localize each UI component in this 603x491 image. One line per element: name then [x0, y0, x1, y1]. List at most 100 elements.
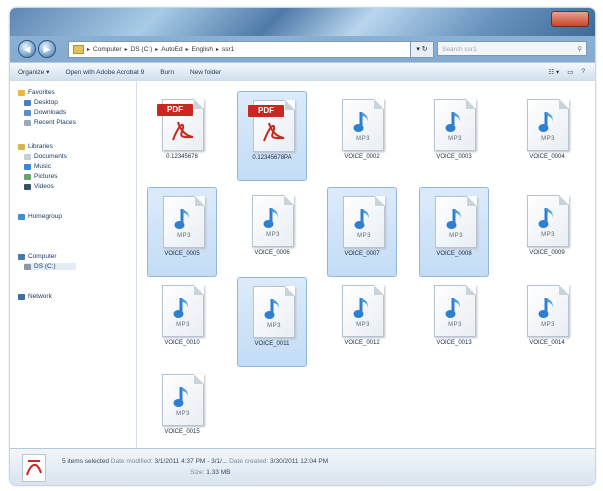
- music-note-icon: [354, 207, 374, 231]
- libraries-icon: [18, 143, 25, 150]
- file-item[interactable]: MP3 VOICE_0007: [327, 187, 397, 277]
- sidebar-item-videos[interactable]: Videos: [24, 183, 54, 190]
- downloads-icon: [24, 109, 31, 116]
- recent-places-icon: [24, 119, 31, 126]
- file-item[interactable]: MP3 VOICE_0005: [147, 187, 217, 277]
- star-icon: [18, 89, 25, 96]
- mp3-file-icon: MP3: [527, 99, 569, 151]
- navigation-bar: ◀ ▶ ▸ Computer ▸ DS (C:) ▸ AutoEd ▸ Engl…: [10, 36, 595, 62]
- drive-icon: [24, 263, 31, 270]
- music-note-icon: [173, 296, 193, 320]
- file-item[interactable]: PDF 0.12345678PA: [237, 91, 307, 181]
- file-item[interactable]: MP3 VOICE_0012: [327, 277, 397, 367]
- file-item[interactable]: MP3 VOICE_0003: [419, 91, 489, 181]
- new-folder-button[interactable]: New folder: [182, 69, 229, 76]
- sidebar-item-downloads[interactable]: Downloads: [24, 109, 66, 116]
- sidebar-item-pictures[interactable]: Pictures: [24, 173, 57, 180]
- pictures-icon: [24, 173, 31, 180]
- music-note-icon: [264, 297, 284, 321]
- mp3-file-icon: MP3: [162, 285, 204, 337]
- search-icon[interactable]: ⚲: [577, 42, 582, 57]
- pdf-label: PDF: [248, 105, 284, 117]
- sidebar-item-libraries[interactable]: Libraries: [18, 143, 53, 150]
- chevron-right-icon[interactable]: ▸: [155, 46, 158, 53]
- sidebar-item-favorites[interactable]: Favorites: [18, 89, 55, 96]
- breadcrumb-english[interactable]: English: [192, 46, 213, 53]
- network-icon: [18, 293, 25, 300]
- title-bar[interactable]: [10, 8, 595, 36]
- file-item[interactable]: PDF 0.12345678: [147, 91, 217, 181]
- desktop-icon: [24, 99, 31, 106]
- mp3-file-icon: MP3: [343, 196, 385, 248]
- file-item[interactable]: MP3 VOICE_0010: [147, 277, 217, 367]
- sidebar-item-network[interactable]: Network: [18, 293, 52, 300]
- file-name: VOICE_0003: [436, 154, 472, 160]
- file-list: PDF 0.12345678 PDF 0.12345678PA MP3 VOICE_000…: [137, 81, 595, 449]
- close-button[interactable]: [551, 11, 589, 27]
- preview-pane-icon[interactable]: ▭: [567, 68, 573, 76]
- chevron-right-icon[interactable]: ▸: [216, 46, 219, 53]
- mp3-label: MP3: [541, 232, 555, 238]
- file-name: VOICE_0006: [254, 250, 290, 256]
- back-button[interactable]: ◀: [18, 40, 36, 58]
- sidebar-item-homegroup[interactable]: Homegroup: [18, 213, 62, 220]
- sidebar-item-computer[interactable]: Computer: [18, 253, 57, 260]
- file-name: 0.12345678PA: [252, 155, 292, 161]
- breadcrumb-folder[interactable]: ssr1: [222, 46, 234, 53]
- mp3-file-icon: MP3: [527, 285, 569, 337]
- sidebar-item-documents[interactable]: Documents: [24, 153, 67, 160]
- mp3-file-icon: MP3: [342, 285, 384, 337]
- file-item[interactable]: MP3 VOICE_0008: [419, 187, 489, 277]
- videos-icon: [24, 183, 31, 190]
- navigation-pane: Favorites Desktop Downloads Recent Place…: [10, 81, 137, 449]
- file-name: VOICE_0014: [529, 340, 565, 346]
- file-item[interactable]: MP3 VOICE_0011: [237, 277, 307, 367]
- size-value: 1.33 MB: [206, 469, 231, 476]
- file-name: VOICE_0008: [436, 251, 472, 257]
- sidebar-item-music[interactable]: Music: [24, 163, 51, 170]
- address-bar[interactable]: ▸ Computer ▸ DS (C:) ▸ AutoEd ▸ English …: [68, 41, 414, 58]
- mp3-file-icon: MP3: [527, 195, 569, 247]
- modified-value: 3/1/2011 4:37 PM - 3/1/...: [154, 458, 228, 465]
- burn-button[interactable]: Burn: [152, 69, 182, 76]
- organize-button[interactable]: Organize ▾: [10, 68, 57, 76]
- search-input[interactable]: Search ssr1 ⚲: [437, 41, 587, 56]
- music-note-icon: [538, 110, 558, 134]
- mp3-label: MP3: [176, 411, 190, 417]
- mp3-label: MP3: [357, 233, 371, 239]
- file-item[interactable]: MP3 VOICE_0014: [512, 277, 582, 367]
- views-icon[interactable]: ☷ ▾: [548, 68, 559, 76]
- file-item[interactable]: MP3 VOICE_0009: [512, 187, 582, 277]
- file-item[interactable]: MP3 VOICE_0013: [419, 277, 489, 367]
- music-note-icon: [174, 207, 194, 231]
- help-icon[interactable]: ?: [581, 68, 585, 76]
- documents-icon: [24, 153, 31, 160]
- mp3-file-icon: MP3: [163, 196, 205, 248]
- file-name: VOICE_0009: [529, 250, 565, 256]
- sidebar-item-recent[interactable]: Recent Places: [24, 119, 76, 126]
- breadcrumb-computer[interactable]: Computer: [93, 46, 122, 53]
- file-item[interactable]: MP3 VOICE_0004: [512, 91, 582, 181]
- file-name: VOICE_0004: [529, 154, 565, 160]
- size-label: Size:: [190, 469, 205, 476]
- file-item[interactable]: MP3 VOICE_0002: [327, 91, 397, 181]
- mp3-file-icon: MP3: [162, 374, 204, 426]
- chevron-right-icon[interactable]: ▸: [186, 46, 189, 53]
- file-item[interactable]: MP3 VOICE_0006: [237, 187, 307, 277]
- breadcrumb-drive[interactable]: DS (C:): [131, 46, 153, 53]
- mp3-label: MP3: [448, 136, 462, 142]
- file-name: VOICE_0005: [164, 251, 200, 257]
- mp3-file-icon: MP3: [435, 196, 477, 248]
- mp3-label: MP3: [356, 136, 370, 142]
- chevron-right-icon[interactable]: ▸: [125, 46, 128, 53]
- file-item[interactable]: MP3 VOICE_0015: [147, 366, 217, 456]
- forward-button[interactable]: ▶: [38, 40, 56, 58]
- music-note-icon: [263, 206, 283, 230]
- mp3-label: MP3: [266, 232, 280, 238]
- sidebar-item-drive[interactable]: DS (C:): [24, 263, 76, 270]
- breadcrumb-autoed[interactable]: AutoEd: [161, 46, 182, 53]
- sidebar-item-desktop[interactable]: Desktop: [24, 99, 58, 106]
- open-with-button[interactable]: Open with Adobe Acrobat 9: [57, 69, 152, 76]
- chevron-right-icon[interactable]: ▸: [87, 46, 90, 53]
- refresh-button[interactable]: ▾ ↻: [410, 41, 434, 58]
